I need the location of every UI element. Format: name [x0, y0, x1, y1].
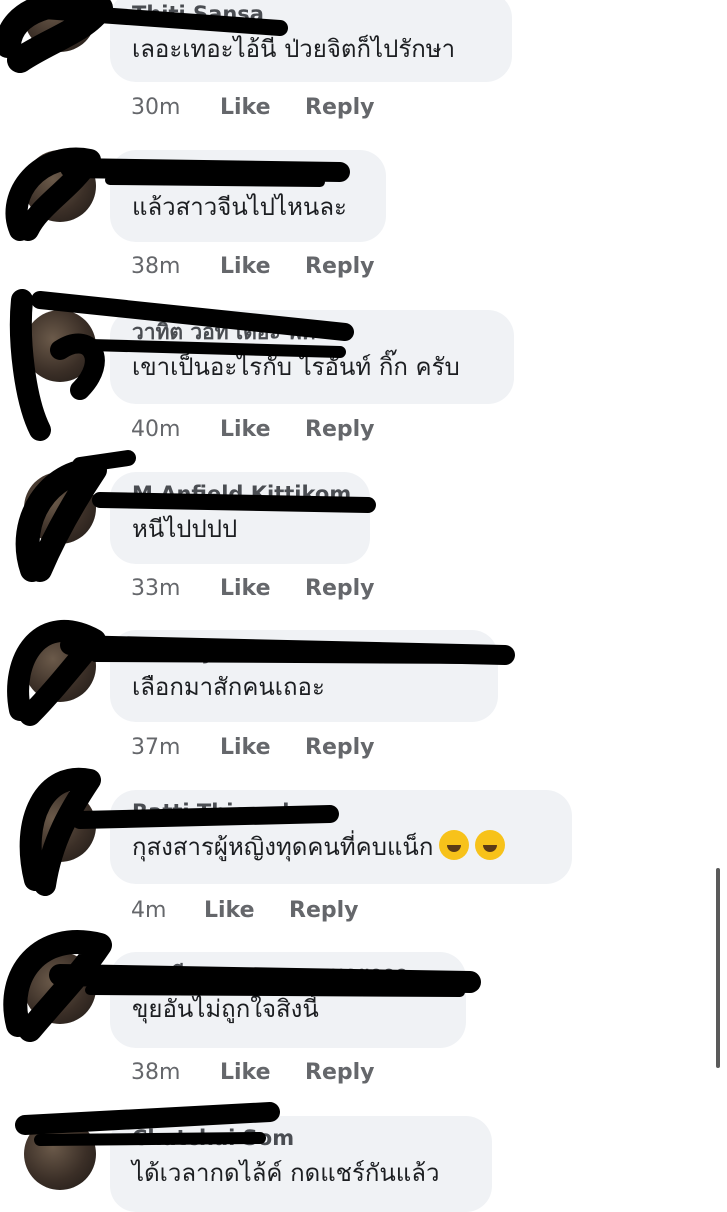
reply-button[interactable]: Reply [305, 735, 375, 760]
comment-actions: 33m Like Reply [131, 576, 375, 601]
reply-button[interactable]: Reply [305, 1060, 375, 1085]
comment-text: เลอะเทอะไอ้นี่ ป่วยจิตก็ไปรักษา [132, 35, 456, 63]
comment-time[interactable]: 30m [131, 95, 213, 120]
comment-bubble: Chatchai Som ได้เวลากดไล้ค์ กดแชร์กันแล้… [110, 1116, 492, 1212]
comment-actions: 40m Like Reply [131, 417, 375, 442]
like-button[interactable]: Like [204, 898, 282, 923]
comment-time[interactable]: 37m [131, 735, 213, 760]
reply-button[interactable]: Reply [289, 898, 359, 923]
avatar[interactable] [24, 1118, 96, 1190]
avatar[interactable] [24, 310, 96, 382]
avatar[interactable] [24, 150, 96, 222]
like-button[interactable]: Like [220, 95, 298, 120]
avatar[interactable] [24, 0, 96, 52]
avatar[interactable] [24, 952, 96, 1024]
comment-bubble: Pakin Jaroenwattanaparsan เลือกมาสักคนเถ… [110, 630, 498, 722]
comment-time[interactable]: 40m [131, 417, 213, 442]
comment-time[interactable]: 4m [131, 898, 197, 923]
reply-button[interactable]: Reply [305, 576, 375, 601]
comment-text: ขุยอันไม่ถูกใจสิ่งนี้ [132, 995, 319, 1023]
comment-author[interactable]: Chatchai Som [132, 1126, 470, 1150]
comment-text-value: กุสงสารผู้หญิงทุดคนที่คบแน็ก [132, 833, 434, 861]
like-button[interactable]: Like [220, 735, 298, 760]
like-button[interactable]: Like [220, 417, 298, 442]
comment-bubble: Kanni Vahnnida แล้วสาวจีนไปไหนละ [110, 150, 386, 242]
reply-button[interactable]: Reply [305, 95, 375, 120]
comment-text: เขาเป็นอะไรกับ ไรอันท์ กิ๊ก ครับ [132, 353, 460, 381]
like-button[interactable]: Like [220, 254, 298, 279]
comment-actions: 30m Like Reply [131, 95, 375, 120]
comment-time[interactable]: 38m [131, 1060, 213, 1085]
comment-time[interactable]: 33m [131, 576, 213, 601]
comment-time[interactable]: 38m [131, 254, 213, 279]
like-button[interactable]: Like [220, 576, 298, 601]
comment-text: เลือกมาสักคนเถอะ [132, 673, 325, 701]
comment-bubble: Thiti Sansa เลอะเทอะไอ้นี่ ป่วยจิตก็ไปรั… [110, 0, 512, 82]
comment-text: หนีไปปปป [132, 515, 238, 543]
comment-bubble: ยอดดี ทวสตดยอนเอนทลยกุกก ขุยอันไม่ถูกใจส… [110, 952, 466, 1048]
reply-button[interactable]: Reply [305, 254, 375, 279]
like-button[interactable]: Like [220, 1060, 298, 1085]
comment-author[interactable]: วาทิต วอท เตอะ พีค [132, 320, 492, 344]
comment-actions: 38m Like Reply [131, 254, 375, 279]
comment-author[interactable]: ยอดดี ทวสตดยอนเอนทลยกุกก [132, 962, 444, 986]
comment-actions: 38m Like Reply [131, 1060, 375, 1085]
comment-text: แล้วสาวจีนไปไหนละ [132, 193, 347, 221]
comment-text: ได้เวลากดไล้ค์ กดแชร์กันแล้ว [132, 1159, 440, 1187]
avatar[interactable] [24, 630, 96, 702]
comment-author[interactable]: Pakin Jaroenwattanaparsan [132, 640, 476, 664]
reply-button[interactable]: Reply [305, 417, 375, 442]
rolling-on-floor-laughing-icon [439, 830, 470, 860]
comment-bubble: Ratti Thisomb กุสงสารผู้หญิงทุดคนที่คบแน… [110, 790, 572, 884]
comment-actions: 4m Like Reply [131, 898, 359, 923]
avatar[interactable] [24, 790, 96, 862]
avatar[interactable] [24, 472, 96, 544]
comment-actions: 37m Like Reply [131, 735, 375, 760]
comment-author[interactable]: Kanni Vahnnida [132, 160, 364, 184]
comment-text: กุสงสารผู้หญิงทุดคนที่คบแน็ก [132, 830, 550, 864]
scrollbar[interactable] [716, 868, 720, 1068]
comment-author[interactable]: Ratti Thisomb [132, 800, 550, 824]
comment-author[interactable]: M Anfield Kittikom [132, 482, 351, 506]
rolling-on-floor-laughing-icon [475, 830, 506, 860]
comment-author[interactable]: Thiti Sansa [132, 2, 490, 26]
comment-bubble: M Anfield Kittikom หนีไปปปป [110, 472, 370, 564]
comment-bubble: วาทิต วอท เตอะ พีค เขาเป็นอะไรกับ ไรอันท… [110, 310, 514, 404]
